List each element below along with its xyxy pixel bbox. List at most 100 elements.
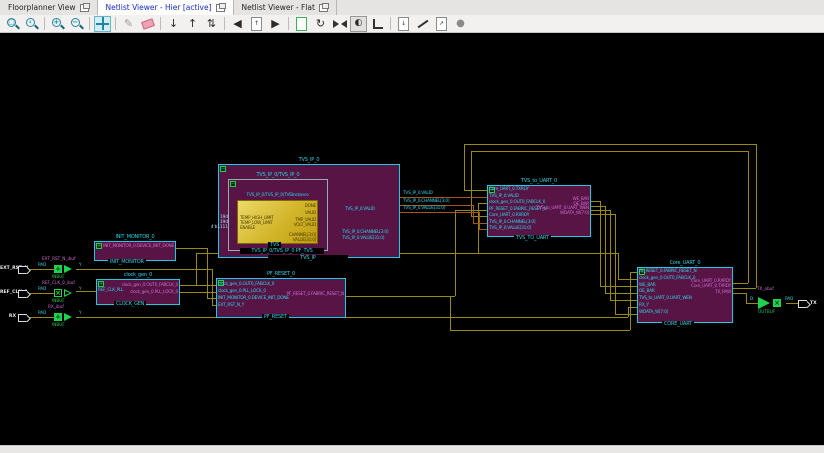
wire (346, 296, 455, 297)
nav-forward-icon[interactable]: ▶ (267, 16, 284, 32)
pin-label: RX_Y (639, 303, 696, 310)
wire (748, 151, 749, 283)
outbuf-triangle-icon[interactable] (758, 297, 770, 309)
wire (591, 206, 605, 207)
block-type-label: PF_RESET (262, 314, 289, 320)
record-icon[interactable]: ● (452, 16, 469, 32)
zoom-window-icon[interactable]: □ (4, 16, 21, 32)
wire (591, 201, 600, 202)
inbuf-triangle-icon[interactable] (64, 289, 72, 297)
net-label: PAD (38, 310, 46, 315)
io-macro-icon[interactable]: × (54, 289, 62, 297)
pop-up-icon[interactable]: ↑ (184, 16, 201, 32)
wire (471, 151, 748, 152)
block-type-label: TVS_TO_UART (514, 235, 551, 241)
wire (615, 314, 637, 315)
port-label: EXT_RST_N (0, 266, 16, 271)
new-sheet-icon[interactable] (293, 16, 310, 32)
wire (76, 269, 212, 270)
cell-type-label: INBUF (52, 274, 65, 279)
port-label: RX (0, 314, 16, 319)
io-macro-icon[interactable]: + (54, 313, 62, 321)
tab-label: Floorplanner View (8, 3, 76, 12)
io-macro-icon[interactable]: × (773, 299, 781, 307)
tab-bar: Floorplanner View Netlist Viewer - Hier … (0, 0, 824, 16)
pin-label: ENABLE (240, 225, 255, 230)
block-title: TVS_IP_0/TVS_IP_0/TVSInstance (237, 193, 318, 198)
undock-icon[interactable] (319, 4, 328, 12)
net-label: TVS_IP_0.VALID (403, 191, 433, 196)
reload-icon[interactable]: ↻ (312, 16, 329, 32)
input-port-symbol[interactable] (18, 266, 27, 274)
undock-icon[interactable] (216, 4, 225, 12)
eraser-icon[interactable] (139, 16, 156, 32)
pin-label: INIT_MONITOR_0.DEVICE_INIT_DONE (94, 244, 174, 249)
zoom-back-icon[interactable]: ‹ (23, 16, 40, 32)
edit-pencil-icon[interactable]: ✎ (120, 16, 137, 32)
draw-line-icon[interactable] (414, 16, 431, 32)
collapse-box-icon[interactable]: − (230, 181, 236, 187)
collapse-box-icon[interactable]: − (220, 166, 226, 172)
wire (733, 288, 756, 289)
pin-label: TX_RAW (637, 290, 731, 295)
inbuf-triangle-icon[interactable] (64, 265, 72, 273)
port-label: TX (810, 301, 817, 306)
separator (44, 17, 45, 30)
io-macro-icon[interactable]: + (54, 265, 62, 273)
instance-label: RX_ibuf (48, 304, 64, 309)
input-port-symbol[interactable] (18, 314, 27, 322)
pin-label: clock_gen_0.PLL_LOCK_0 (96, 289, 178, 296)
inbuf-triangle-icon[interactable] (64, 313, 72, 321)
pin-label: WDATA_W[7:0] (487, 212, 589, 217)
pin-label: clock_gen_0.OUT0_FABCLK_0 (218, 281, 289, 288)
tab-netlist-viewer-hier[interactable]: Netlist Viewer - Hier [active] (98, 0, 234, 15)
input-port-symbol[interactable] (18, 290, 27, 298)
swap-updown-icon[interactable]: ⇅ (203, 16, 220, 32)
export-view-icon[interactable]: ↗ (433, 16, 450, 32)
wire (196, 253, 197, 285)
hier-view-icon[interactable]: ◐ (350, 16, 367, 32)
tab-label: Netlist Viewer - Hier [active] (106, 3, 212, 12)
wire (76, 291, 96, 292)
net-label: TVS_IP_0.VALUE[31:0] (403, 206, 445, 211)
block-title: TVS_IP_0 (218, 157, 400, 163)
wire (455, 210, 456, 296)
separator (115, 17, 116, 30)
block-type-label: TVS_IP_0/TVS_IP_0 PF_TVS (240, 248, 324, 254)
pin-label: clock_gen_0.OUT0_FABCLK_0 (96, 282, 178, 289)
wire (618, 253, 619, 279)
fit-view-icon[interactable] (94, 16, 111, 32)
tab-netlist-viewer-flat[interactable]: Netlist Viewer - Flat (234, 0, 337, 15)
add-note-icon[interactable]: ↓ (395, 16, 412, 32)
block-type-label: CLOCK_GEN (114, 301, 146, 307)
wire (746, 303, 758, 304)
tab-floorplanner-view[interactable]: Floorplanner View (0, 0, 98, 15)
wire (207, 248, 208, 298)
net-label: Y (79, 310, 82, 315)
push-down-icon[interactable]: ↓ (165, 16, 182, 32)
pin-label: EXT_RST_N_Y (218, 302, 289, 309)
wire (479, 229, 487, 230)
pin-label: DONE (305, 203, 316, 208)
schematic-canvas[interactable]: TVS_IP_0 − TVS_IP TVS_IP_0/TVS_IP_0 − TV… (0, 33, 824, 445)
net-label: TVS_IP_0.VALID (345, 207, 375, 212)
wire (180, 292, 216, 293)
block-title: Core_UART_0 (637, 260, 733, 266)
pin-column: PF_RESET_0.FABRIC_RESET_N (216, 292, 344, 297)
net-label: PAD (38, 286, 46, 291)
block-title: PF_RESET_0 (216, 271, 346, 277)
flatten-view-icon[interactable] (369, 16, 386, 32)
wire (628, 307, 629, 317)
wire (746, 293, 747, 303)
collapse-all-icon[interactable] (331, 16, 348, 32)
separator (288, 17, 289, 30)
undock-icon[interactable] (80, 4, 89, 12)
port-label: REF_CLK_0 (0, 290, 16, 295)
cell-type-label: INBUF (52, 322, 65, 327)
output-port-symbol[interactable] (798, 300, 807, 308)
nav-up-level-icon[interactable]: ↑ (248, 16, 265, 32)
zoom-in-icon[interactable]: + (49, 16, 66, 32)
instance-label: EXT_RST_N_ibuf (42, 256, 76, 261)
nav-back-icon[interactable]: ◀ (229, 16, 246, 32)
zoom-out-icon[interactable]: − (68, 16, 85, 32)
